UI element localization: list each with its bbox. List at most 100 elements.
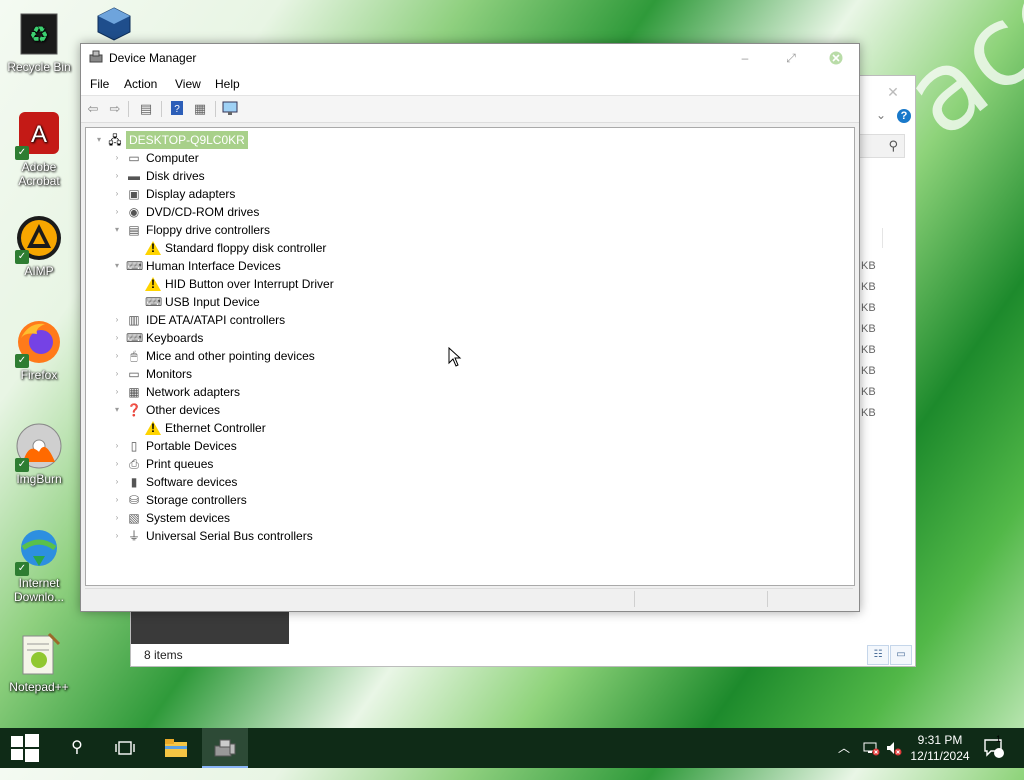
expand-chevron-icon[interactable]: › <box>112 347 122 365</box>
large-icons-view-icon[interactable]: ▭ <box>890 645 912 665</box>
task-view-icon[interactable] <box>102 728 148 768</box>
search-icon: ⚲ <box>888 138 898 153</box>
collapse-chevron-icon[interactable]: ▾ <box>112 401 122 419</box>
desktop-icon-label: Recycle Bin <box>7 60 71 74</box>
volume-muted-icon[interactable] <box>885 728 903 768</box>
floppy-drive-controllers-icon: ▤ <box>128 223 140 237</box>
desktop-icon-recycle-bin[interactable]: ♻ Recycle Bin <box>1 10 77 74</box>
keyboards-icon: ⌨ <box>126 331 144 345</box>
recycle-bin-icon: ♻ <box>15 10 63 58</box>
svg-text:♻: ♻ <box>29 22 49 47</box>
notification-icon <box>984 739 1004 758</box>
collapse-chevron-icon[interactable]: ▾ <box>94 131 104 149</box>
tree-node-label: Storage controllers <box>146 493 247 507</box>
internet-download-icon: ✓ <box>15 526 63 576</box>
menu-help[interactable]: Help <box>215 77 240 91</box>
expand-chevron-icon[interactable]: › <box>112 365 122 383</box>
tree-node-label: Floppy drive controllers <box>146 223 271 237</box>
tree-root-label: DESKTOP-Q9LC0KR <box>126 131 248 149</box>
minimize-button[interactable]: – <box>735 48 755 68</box>
portable-devices-icon: ▯ <box>130 439 138 453</box>
tree-node-label: IDE ATA/ATAPI controllers <box>146 313 286 327</box>
collapse-chevron-icon[interactable]: ▾ <box>112 221 122 239</box>
search-box[interactable]: ⚲ <box>859 134 905 158</box>
tree-node-label: DVD/CD-ROM drives <box>146 205 260 219</box>
collapse-chevron-icon[interactable]: ▾ <box>112 257 122 275</box>
network-adapters-icon: ▦ <box>128 385 140 399</box>
tree-node-label: Standard floppy disk controller <box>165 241 327 255</box>
device-manager-window[interactable]: Device Manager – ⤢ File Action View Help… <box>80 43 860 612</box>
disk-drives-icon: ▬ <box>128 169 140 183</box>
notification-count: 1 <box>996 734 1002 744</box>
menu-bar: File Action View Help <box>81 73 859 96</box>
desktop-icon-firefox[interactable]: ✓ Firefox <box>1 318 77 382</box>
close-icon <box>829 51 843 65</box>
expand-chevron-icon[interactable]: › <box>112 383 122 401</box>
menu-action[interactable]: Action <box>124 77 157 91</box>
window-title: Device Manager <box>109 51 197 65</box>
tree-node-label: USB Input Device <box>165 295 260 309</box>
scan-hardware-monitor-icon[interactable] <box>222 100 240 118</box>
details-view-icon[interactable]: ☷ <box>867 645 889 665</box>
menu-file[interactable]: File <box>90 77 109 91</box>
desktop-icon-label: Firefox <box>20 368 58 382</box>
desktop-icon-aimp[interactable]: ✓ AIMP <box>1 214 77 278</box>
action-center-button[interactable]: 1 <box>983 728 1005 768</box>
tree-node-label: Software devices <box>146 475 238 489</box>
shortcut-check-icon: ✓ <box>15 250 29 264</box>
tree-node-label: Other devices <box>146 403 221 417</box>
forward-arrow-icon[interactable]: ⇨ <box>106 100 124 118</box>
shortcut-check-icon: ✓ <box>15 146 29 160</box>
warning-device-icon: ! <box>145 277 161 291</box>
close-button[interactable] <box>826 48 846 68</box>
taskbar-clock[interactable]: 9:31 PM 12/11/2024 <box>904 732 976 764</box>
show-hidden-icons-chevron-icon[interactable]: ︿ <box>838 728 850 768</box>
expand-chevron-icon[interactable]: › <box>112 491 122 509</box>
file-explorer-taskbar-icon[interactable] <box>153 728 199 768</box>
expand-chevron-icon[interactable]: › <box>112 473 122 491</box>
help-book-icon[interactable]: ? <box>168 100 186 118</box>
software-devices-icon: ▮ <box>130 475 138 489</box>
expand-chevron-icon[interactable]: › <box>112 329 122 347</box>
input-device-icon: ⌨ <box>145 295 163 309</box>
expand-chevron-icon[interactable]: › <box>112 437 122 455</box>
shortcut-check-icon: ✓ <box>15 562 29 576</box>
computer-root-icon: 🖧 <box>108 133 122 147</box>
start-button[interactable] <box>2 728 48 768</box>
expand-chevron-icon[interactable]: › <box>112 167 122 185</box>
device-tree-pane[interactable]: ▾ 🖧 DESKTOP-Q9LC0KR › ▭ Computer › ▬ Disk drives… <box>85 127 855 586</box>
ide-ata-atapi-controllers-icon: ▥ <box>128 313 140 327</box>
desktop-icon-adobe-acrobat[interactable]: A ✓ Adobe Acrobat <box>1 110 77 188</box>
help-icon[interactable]: ? <box>897 109 911 123</box>
clock-time: 9:31 PM <box>917 733 963 747</box>
desktop-icon-internet-download-manager[interactable]: ✓ Internet Downlo... <box>1 526 77 604</box>
menu-view[interactable]: View <box>175 77 201 91</box>
restore-button[interactable]: ⤢ <box>781 48 801 68</box>
expand-chevron-icon[interactable]: › <box>112 149 122 167</box>
show-hide-console-tree-icon[interactable]: ▤ <box>137 100 155 118</box>
title-bar[interactable]: Device Manager – ⤢ <box>81 44 859 73</box>
tree-node-label: Display adapters <box>146 187 236 201</box>
chevron-down-icon[interactable]: ⌄ <box>876 108 886 122</box>
column-divider[interactable] <box>882 228 883 248</box>
desktop-icon-imgburn[interactable]: ✓ ImgBurn <box>1 422 77 486</box>
network-disconnected-icon[interactable] <box>862 728 880 768</box>
expand-chevron-icon[interactable]: › <box>112 203 122 221</box>
desktop-icon-label: AIMP <box>24 264 54 278</box>
desktop-icon-notepadpp[interactable]: Notepad++ <box>1 630 77 694</box>
expand-chevron-icon[interactable]: › <box>112 509 122 527</box>
virtualbox-icon[interactable] <box>96 6 132 42</box>
dvd-cd-rom-drives-icon: ◉ <box>128 205 140 219</box>
mice-and-other-pointing-devices-icon: 🖱 <box>130 349 138 363</box>
properties-view-icon[interactable]: ▦ <box>191 100 209 118</box>
expand-chevron-icon[interactable]: › <box>112 455 122 473</box>
back-arrow-icon[interactable]: ⇦ <box>84 100 102 118</box>
expand-chevron-icon[interactable]: › <box>112 185 122 203</box>
tree-node-label: Ethernet Controller <box>165 421 266 435</box>
tree-node-label: Universal Serial Bus controllers <box>146 529 313 543</box>
close-icon[interactable]: ✕ <box>883 82 903 102</box>
search-icon[interactable]: ⚲ <box>54 728 100 768</box>
expand-chevron-icon[interactable]: › <box>112 311 122 329</box>
expand-chevron-icon[interactable]: › <box>112 527 122 545</box>
device-manager-taskbar-icon[interactable] <box>202 728 248 768</box>
